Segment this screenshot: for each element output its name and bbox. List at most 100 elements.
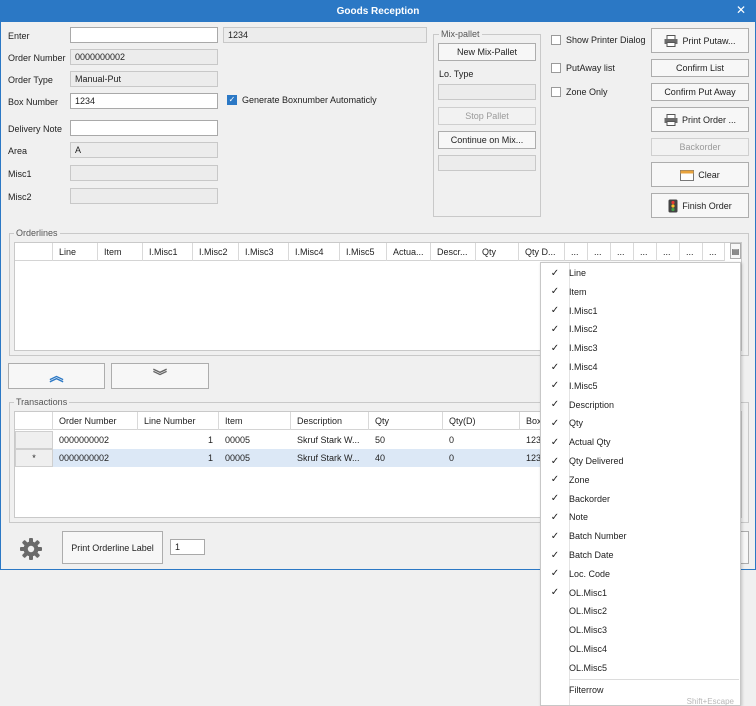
menu-item-column[interactable]: ✓ Batch Number: [541, 527, 740, 545]
area-label: Area: [8, 146, 28, 156]
menu-item-column[interactable]: ✓ Description: [541, 396, 740, 414]
column-header[interactable]: Qty D...: [519, 243, 565, 261]
menu-item-label: OL.Misc2: [569, 606, 608, 617]
checkmark-icon: ✓: [227, 95, 237, 105]
generate-boxnumber-checkbox[interactable]: ✓ Generate Boxnumber Automaticly: [227, 95, 377, 105]
column-chooser-icon[interactable]: ▤: [730, 243, 741, 259]
menu-item-column[interactable]: ✓ Qty Delivered: [541, 452, 740, 470]
column-header[interactable]: I.Misc5: [340, 243, 387, 261]
print-orderline-label-button[interactable]: Print Orderline Label: [62, 531, 163, 564]
column-header[interactable]: Item: [98, 243, 143, 261]
enter-echo-field: 1234: [223, 27, 427, 43]
mix-pallet-title: Mix-pallet: [439, 29, 482, 39]
checkmark-icon: ✓: [550, 493, 560, 505]
column-header[interactable]: ...: [588, 243, 611, 261]
column-header[interactable]: Order Number: [53, 412, 138, 430]
column-header[interactable]: I.Misc1: [143, 243, 193, 261]
column-header[interactable]: ...: [703, 243, 725, 261]
table-cell: 0000000002: [59, 453, 110, 463]
menu-item-column[interactable]: ✓ Backorder: [541, 490, 740, 508]
menu-item-column[interactable]: ✓ Batch Date: [541, 546, 740, 564]
menu-item-label: I.Misc2: [569, 324, 598, 335]
column-header[interactable]: Line Number: [138, 412, 219, 430]
menu-item-column[interactable]: ✓ I.Misc5: [541, 377, 740, 395]
column-header[interactable]: Qty(D): [443, 412, 520, 430]
row-selector[interactable]: [15, 431, 53, 449]
menu-item-column[interactable]: OL.Misc2: [541, 602, 740, 620]
menu-item-column[interactable]: ✓ I.Misc3: [541, 339, 740, 357]
box-number-label: Box Number: [8, 97, 59, 107]
menu-item-column[interactable]: ✓ I.Misc1: [541, 302, 740, 320]
zone-only-checkbox[interactable]: Zone Only: [551, 87, 608, 97]
misc2-field: [70, 188, 218, 204]
continue-mix-button[interactable]: Continue on Mix...: [438, 131, 536, 149]
confirm-put-away-button[interactable]: Confirm Put Away: [651, 83, 749, 101]
stop-pallet-button[interactable]: Stop Pallet: [438, 107, 536, 125]
confirm-list-button[interactable]: Confirm List: [651, 59, 749, 77]
column-header[interactable]: Description: [291, 412, 369, 430]
table-cell: 0: [449, 435, 455, 445]
column-header[interactable]: Line: [53, 243, 98, 261]
gear-icon[interactable]: [19, 537, 43, 561]
column-header[interactable]: Actua...: [387, 243, 431, 261]
menu-item-label: Line: [569, 268, 587, 278]
print-order-button[interactable]: Print Order ...: [651, 107, 749, 132]
label-copies-input[interactable]: 1: [170, 539, 205, 555]
menu-item-column[interactable]: ✓ Zone: [541, 471, 740, 489]
menu-item-column[interactable]: OL.Misc4: [541, 640, 740, 658]
move-up-button[interactable]: ︽: [8, 363, 105, 389]
checkmark-icon: ✓: [550, 568, 560, 580]
column-header[interactable]: Item: [219, 412, 291, 430]
checkmark-icon: ✓: [550, 549, 560, 561]
menu-item-column[interactable]: ✓ Qty: [541, 414, 740, 432]
menu-item-column[interactable]: ✓ OL.Misc1: [541, 584, 740, 602]
transactions-title: Transactions: [14, 397, 70, 407]
menu-item-label: Note: [569, 512, 589, 523]
box-number-input[interactable]: 1234: [70, 93, 218, 109]
menu-item-column[interactable]: ✓ Note: [541, 508, 740, 526]
new-mix-pallet-button[interactable]: New Mix-Pallet: [438, 43, 536, 61]
column-header[interactable]: Descr...: [431, 243, 476, 261]
menu-item-column[interactable]: ✓ I.Misc2: [541, 320, 740, 338]
menu-item-column[interactable]: ✓ Item: [541, 283, 740, 301]
column-header[interactable]: ...: [611, 243, 634, 261]
column-header[interactable]: Qty: [369, 412, 443, 430]
mix-pallet-group: [433, 34, 541, 217]
menu-item-label: Description: [569, 399, 615, 410]
menu-item-column[interactable]: ✓ Line: [541, 264, 740, 282]
column-header[interactable]: I.Misc4: [289, 243, 340, 261]
menu-item-label: Qty Delivered: [569, 456, 624, 466]
column-header[interactable]: ...: [680, 243, 703, 261]
delivery-note-input[interactable]: [70, 120, 218, 136]
move-down-button[interactable]: ︾: [111, 363, 209, 389]
enter-input[interactable]: [70, 27, 218, 43]
checkmark-icon: ✓: [550, 474, 560, 486]
menu-item-label: I.Misc1: [569, 305, 598, 316]
column-header[interactable]: ...: [565, 243, 588, 261]
column-header[interactable]: ...: [657, 243, 680, 261]
column-header[interactable]: I.Misc2: [193, 243, 239, 261]
filterrow-shortcut: Shift+Escape: [686, 697, 734, 706]
clear-label: Clear: [698, 169, 720, 180]
putaway-list-checkbox[interactable]: PutAway list: [551, 63, 615, 73]
menu-item-column[interactable]: ✓ I.Misc4: [541, 358, 740, 376]
column-header[interactable]: I.Misc3: [239, 243, 289, 261]
menu-item-column[interactable]: OL.Misc5: [541, 659, 740, 677]
backorder-button[interactable]: Backorder: [651, 138, 749, 156]
checkmark-icon: ✓: [550, 286, 560, 298]
finish-order-button[interactable]: Finish Order: [651, 193, 749, 218]
table-cell: 40: [375, 453, 386, 463]
close-icon[interactable]: ✕: [736, 3, 746, 17]
row-header-corner: [15, 243, 53, 261]
orderlines-title: Orderlines: [14, 228, 60, 238]
menu-item-column[interactable]: ✓ Loc. Code: [541, 565, 740, 583]
print-putaway-button[interactable]: Print Putaw...: [651, 28, 749, 53]
column-header[interactable]: ...: [634, 243, 657, 261]
show-printer-dialog-checkbox[interactable]: Show Printer Dialog: [551, 35, 646, 45]
menu-item-column[interactable]: OL.Misc3: [541, 621, 740, 639]
row-selector[interactable]: *: [15, 449, 53, 467]
menu-item-column[interactable]: ✓ Actual Qty: [541, 433, 740, 451]
column-header[interactable]: Qty: [476, 243, 519, 261]
order-number-field: 0000000002: [70, 49, 218, 65]
clear-button[interactable]: Clear: [651, 162, 749, 187]
